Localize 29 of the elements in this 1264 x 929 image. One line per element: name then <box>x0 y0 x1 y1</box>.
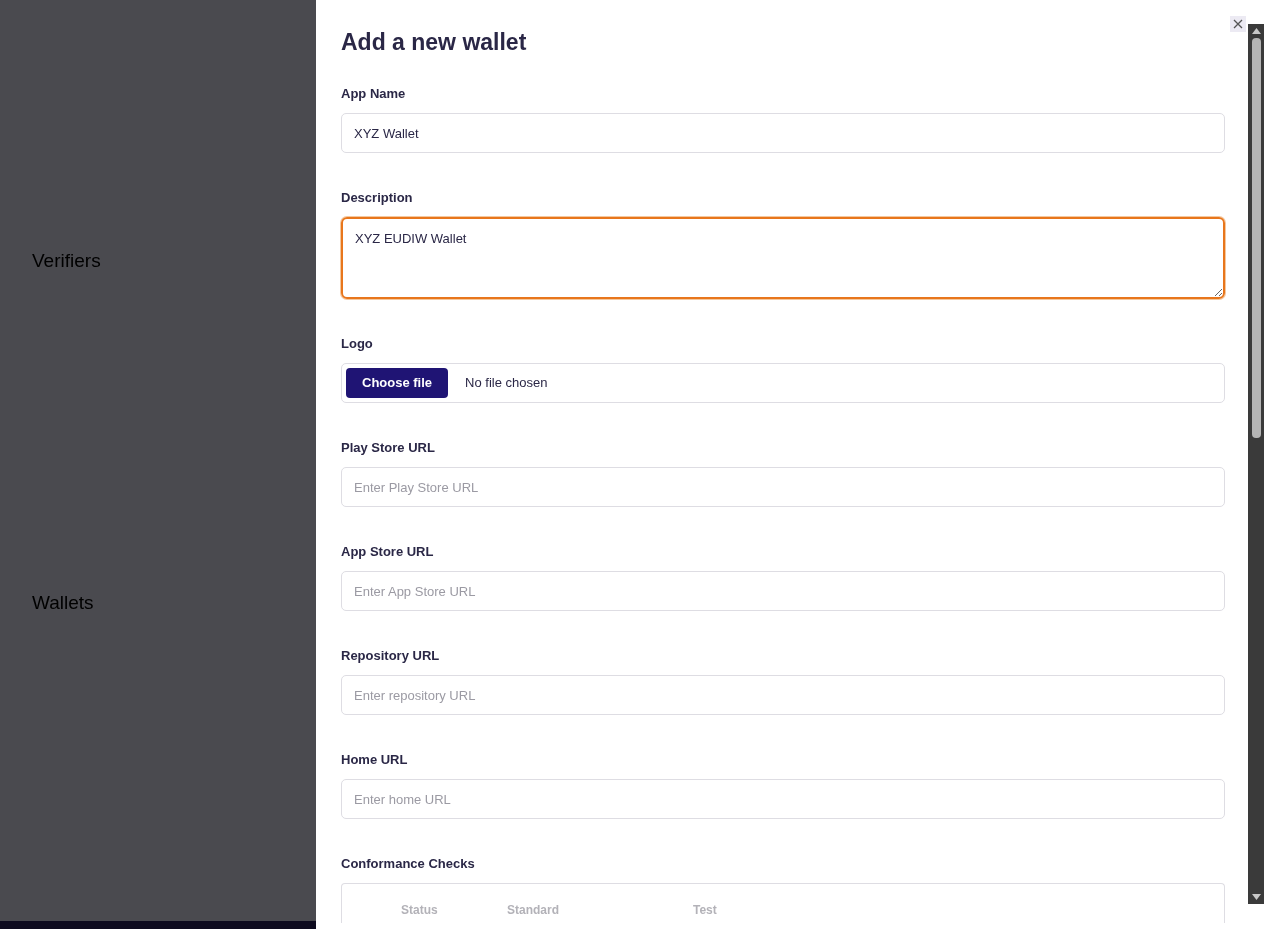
field-label: Logo <box>341 336 373 352</box>
column-header: Test <box>693 903 718 917</box>
close-icon <box>1233 19 1243 29</box>
scroll-up-icon[interactable] <box>1251 28 1261 34</box>
choose-file-button[interactable]: Choose file <box>346 368 449 398</box>
field-label: Description <box>341 190 413 206</box>
dialog-title: Add a new wallet <box>341 28 527 56</box>
input-field[interactable]: XYZ Wallet <box>341 113 1225 153</box>
field-label: App Name <box>341 86 406 102</box>
field-label: Home URL <box>341 752 408 768</box>
input-field[interactable]: Enter Play Store URL <box>341 467 1225 507</box>
file-status: No file chosen <box>465 374 548 393</box>
field-label: App Store URL <box>341 544 434 560</box>
input-field[interactable]: Enter repository URL <box>341 675 1225 715</box>
close-button[interactable] <box>1230 16 1246 32</box>
input-field[interactable]: Enter App Store URL <box>341 571 1225 611</box>
column-header: Standard <box>507 903 560 917</box>
text-area[interactable]: XYZ EUDIW Wallet <box>341 217 1225 299</box>
scrollbar[interactable] <box>1248 24 1264 904</box>
field-label: Repository URL <box>341 648 440 664</box>
scroll-thumb[interactable] <box>1251 38 1261 438</box>
section-label: Conformance Checks <box>341 856 475 872</box>
file-input[interactable]: Choose file No file chosen <box>341 363 1225 403</box>
column-header: Status <box>401 903 439 917</box>
section-heading: Wallets <box>32 591 94 615</box>
scroll-down-icon[interactable] <box>1251 894 1261 900</box>
section-heading: Verifiers <box>32 249 101 273</box>
field-label: Play Store URL <box>341 440 435 456</box>
input-field[interactable]: Enter home URL <box>341 779 1225 819</box>
